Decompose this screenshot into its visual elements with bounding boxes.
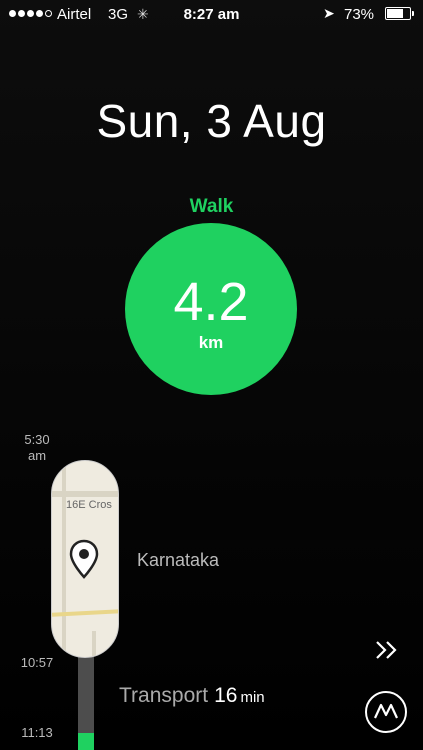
walk-distance-unit: km [198, 333, 224, 352]
status-bar: Airtel 3G ✳ 8:27 am ➤ 73% [0, 0, 423, 30]
transport-duration-unit: min [240, 689, 265, 706]
place-map-thumbnail[interactable]: 16E Cros [51, 460, 119, 658]
location-pin-icon [69, 539, 99, 579]
place-name[interactable]: Karnataka [137, 550, 219, 571]
timeline-walk-segment [78, 733, 94, 750]
transport-duration: 16 [214, 684, 238, 707]
day-title: Sun, 3 Aug [96, 95, 327, 147]
timeline-start-time: 5:30 am [24, 432, 50, 463]
transport-label: Transport [119, 684, 209, 707]
battery-percent: 73% [344, 6, 375, 23]
moves-logo-icon[interactable] [364, 690, 408, 734]
transport-start-time: 10:57 [20, 655, 54, 670]
map-street-label: 16E Cros [66, 499, 112, 511]
double-chevron-right-icon[interactable] [374, 638, 400, 662]
transport-entry[interactable]: Transport 16 min [119, 684, 265, 708]
walk-summary-circle[interactable]: 4.2 km [125, 223, 297, 395]
battery-icon [385, 7, 414, 20]
activity-label: Walk [189, 196, 234, 217]
walk-distance: 4.2 [173, 272, 249, 332]
next-activity-time: 11:13 [21, 725, 53, 740]
location-arrow-icon: ➤ [323, 5, 335, 21]
